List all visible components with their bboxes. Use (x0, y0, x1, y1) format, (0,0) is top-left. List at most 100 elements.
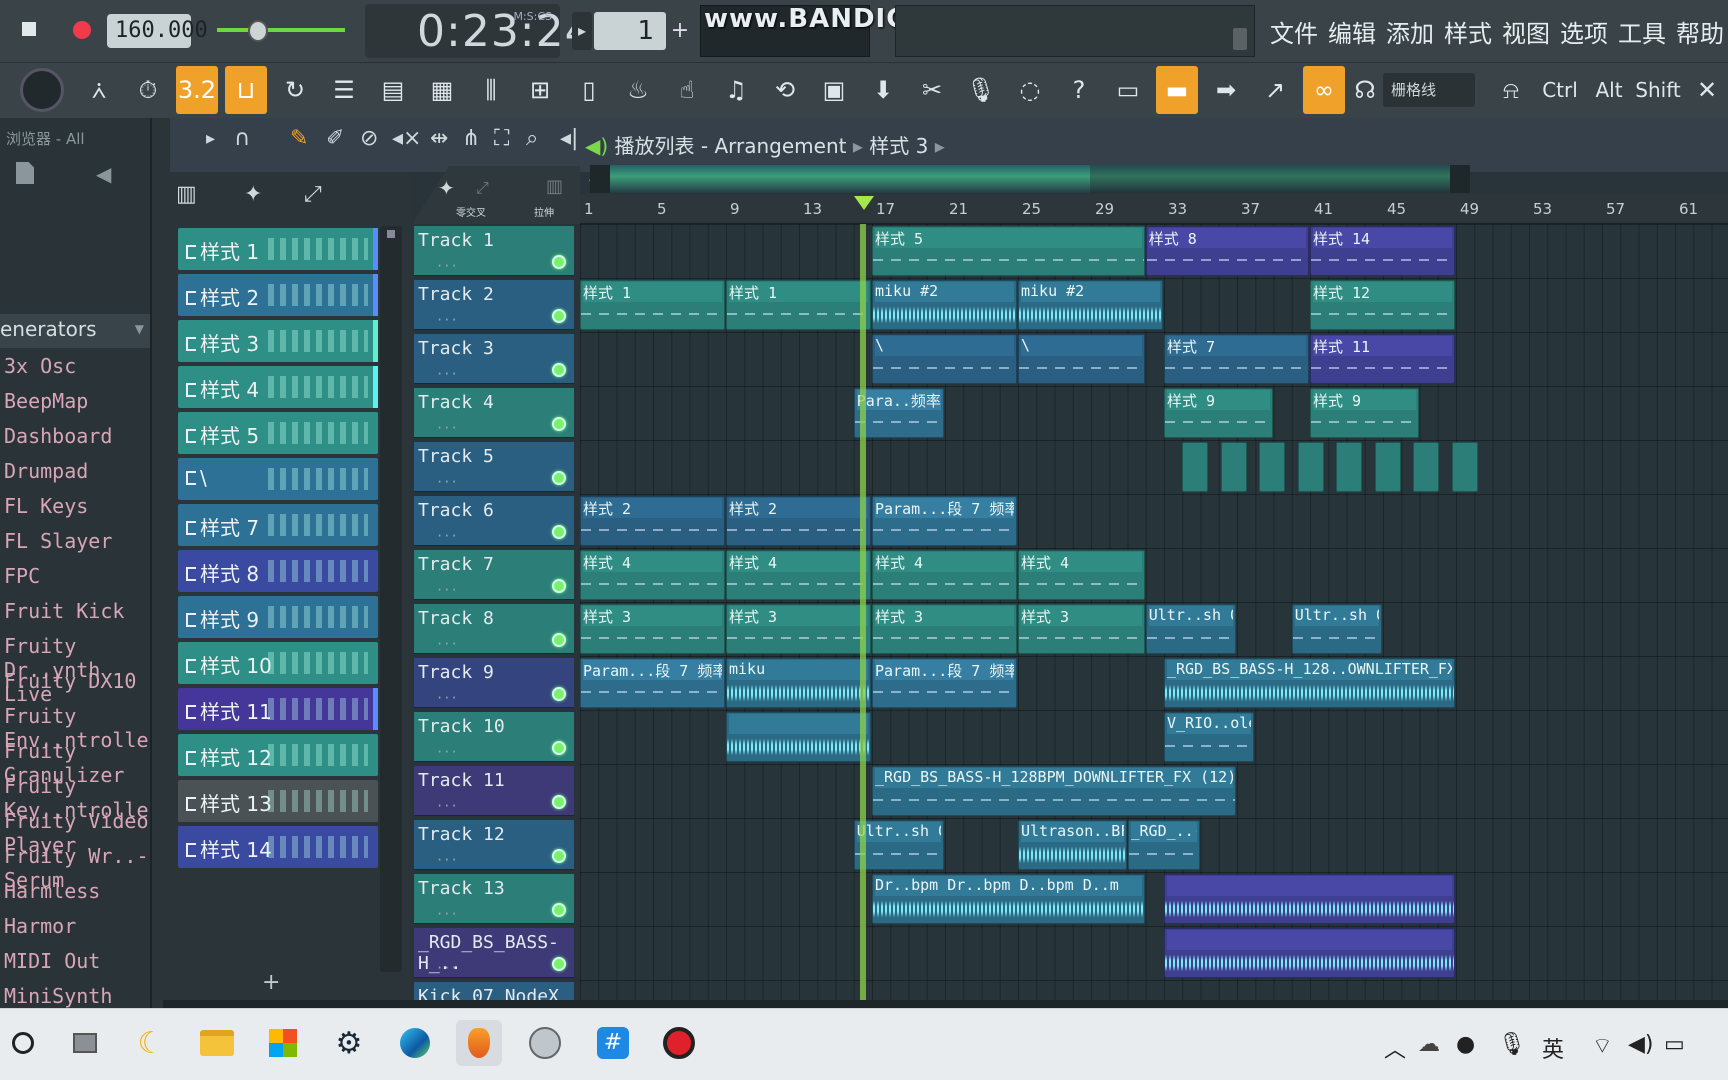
timeline-ruler[interactable] (580, 194, 1728, 224)
track-header[interactable]: _RGD_BS_BASS-H_.. ··· (414, 928, 574, 978)
shift-key[interactable]: Shift (1635, 66, 1680, 114)
playlist-clip[interactable]: _RGD_BS_BASS-H_128..OWNLIFTER_FX (11) (1164, 658, 1455, 708)
touch-controller-icon[interactable]: ☝ (666, 66, 708, 114)
track-mute-led[interactable] (552, 309, 566, 323)
track-header[interactable]: Track 11 ··· (414, 766, 574, 816)
pattern-number[interactable]: 1 (594, 12, 666, 50)
arrow-right-icon[interactable]: ➡ (1205, 66, 1247, 114)
track-mute-led[interactable] (552, 741, 566, 755)
playlist-clip[interactable] (1297, 442, 1324, 492)
master-volume-slider[interactable] (217, 28, 345, 32)
bell-icon[interactable]: ⍾ (1490, 66, 1532, 114)
qq-icon[interactable]: ● (1456, 1032, 1475, 1057)
pattern-item[interactable]: \ (178, 458, 378, 500)
slice-tool-icon[interactable]: ⋔ (462, 126, 480, 151)
playlist-clip[interactable]: Dr..bpm Dr..bpm D..bpm D..m (872, 874, 1145, 924)
mixer-icon[interactable]: ⫼ (470, 66, 512, 114)
playlist-clip[interactable]: 样式 9 (1310, 388, 1419, 438)
playback-tool-icon[interactable]: ◂| (560, 126, 578, 151)
close-tool-icon[interactable]: ✕ (1686, 66, 1728, 114)
mic-icon[interactable]: 🎙 (960, 66, 1002, 114)
step-edit-icon[interactable]: ⊔ (225, 66, 267, 114)
playlist-clip[interactable]: Param...段 7 频率 (580, 658, 725, 708)
track-mute-led[interactable] (552, 471, 566, 485)
wifi-icon[interactable]: ⌔ (1592, 1032, 1613, 1060)
browser-item[interactable]: MiniSynth (4, 984, 112, 1008)
playlist-clip[interactable]: miku #2 (872, 280, 1017, 330)
piano-keys-icon[interactable]: ▥ (176, 182, 197, 207)
playlist-overview[interactable] (590, 165, 1470, 193)
playlist-clip[interactable]: V_RIO..oley (1164, 712, 1255, 762)
browser-item[interactable]: Fruit Kick (4, 599, 124, 623)
keyboard-typing-icon[interactable]: ▬ (1156, 66, 1198, 114)
metronome-icon[interactable]: ⩑ (78, 66, 120, 114)
ime-indicator[interactable]: 英 (1542, 1032, 1564, 1064)
browser-item[interactable]: FL Keys (4, 494, 88, 518)
menu-item[interactable]: 添加 (1384, 14, 1436, 49)
battery-icon[interactable]: ▭ (1664, 1032, 1685, 1057)
slip-tool-icon[interactable]: ⇹ (430, 126, 448, 151)
menu-item[interactable]: 文件 (1268, 14, 1320, 49)
playlist-clip[interactable] (1164, 874, 1455, 924)
playlist-clip[interactable] (1182, 442, 1209, 492)
pattern-item[interactable]: 样式 11 (178, 688, 378, 730)
store-icon[interactable] (260, 1020, 306, 1066)
snap-selector[interactable]: 栅格线 (1383, 73, 1475, 107)
playlist-clip[interactable]: 样式 7 (1164, 334, 1309, 384)
volume-icon[interactable]: ◀) (1628, 1032, 1654, 1057)
file-icon[interactable] (16, 162, 34, 184)
help-icon[interactable]: ? (1058, 66, 1100, 114)
pattern-item[interactable]: 样式 14 (178, 826, 378, 868)
playlist-clip[interactable]: 样式 5 (872, 226, 1145, 276)
add-pattern-icon[interactable]: + (668, 12, 692, 50)
fl-studio-icon[interactable] (456, 1020, 502, 1066)
pattern-item[interactable]: 样式 13 (178, 780, 378, 822)
playlist-clip[interactable]: Ultr..sh 01 (853, 820, 944, 870)
render-icon[interactable]: ⬇ (862, 66, 904, 114)
track-mute-led[interactable] (552, 903, 566, 917)
track-mute-led[interactable] (552, 255, 566, 269)
playlist-clip[interactable]: 样式 2 (726, 496, 871, 546)
track-header[interactable]: Track 10 ··· (414, 712, 574, 762)
main-pitch-knob[interactable] (20, 68, 64, 112)
playlist-clip[interactable] (726, 712, 871, 762)
pattern-item[interactable]: 样式 12 (178, 734, 378, 776)
menu-item[interactable]: 帮助 (1674, 14, 1726, 49)
track-mute-led[interactable] (552, 579, 566, 593)
add-clip-icon[interactable]: + (262, 970, 280, 995)
search-icon[interactable] (0, 1020, 46, 1066)
playlist-clip[interactable]: 样式 1 (580, 280, 725, 330)
piano-icon[interactable]: ♫ (715, 66, 757, 114)
browser-icon[interactable]: ▯ (568, 66, 610, 114)
pattern-item[interactable]: 样式 8 (178, 550, 378, 592)
pattern-item[interactable]: 样式 1 (178, 228, 378, 270)
track-mute-led[interactable] (552, 849, 566, 863)
playlist-clip[interactable]: 样式 8 (1145, 226, 1309, 276)
task-view-icon[interactable] (62, 1020, 108, 1066)
loop-record-icon[interactable]: ↻ (274, 66, 316, 114)
track-mute-led[interactable] (552, 687, 566, 701)
track-header[interactable]: Track 6 ··· (414, 496, 574, 546)
track-mute-led[interactable] (552, 957, 566, 971)
track-header[interactable]: Track 13 ··· (414, 874, 574, 924)
playlist-clip[interactable] (1259, 442, 1286, 492)
tempo-display[interactable]: 160.000 (107, 14, 208, 48)
track-mute-led[interactable] (552, 363, 566, 377)
playlist-clip[interactable] (1413, 442, 1440, 492)
track-header[interactable]: Track 12 ··· (414, 820, 574, 870)
chat-icon[interactable]: ◌ (1009, 66, 1051, 114)
pattern-item[interactable]: 样式 4 (178, 366, 378, 408)
browser-item[interactable]: Dashboard (4, 424, 112, 448)
playlist-menu-icon[interactable]: ▸ (206, 128, 215, 149)
edge-icon[interactable] (392, 1020, 438, 1066)
browser-item[interactable]: FPC (4, 564, 40, 588)
browser-item[interactable]: Harmor (4, 914, 76, 938)
file-explorer-icon[interactable] (194, 1020, 240, 1066)
delete-tool-icon[interactable]: ⊘ (360, 126, 378, 151)
track-header[interactable]: Track 3 ··· (414, 334, 574, 384)
playlist-clip[interactable]: 样式 1 (726, 280, 871, 330)
horizontal-scrollbar[interactable] (163, 1000, 1728, 1008)
hashtag-app-icon[interactable]: # (590, 1020, 636, 1066)
avatar-app-icon[interactable] (522, 1020, 568, 1066)
channel-rack-icon[interactable]: ▦ (421, 66, 463, 114)
